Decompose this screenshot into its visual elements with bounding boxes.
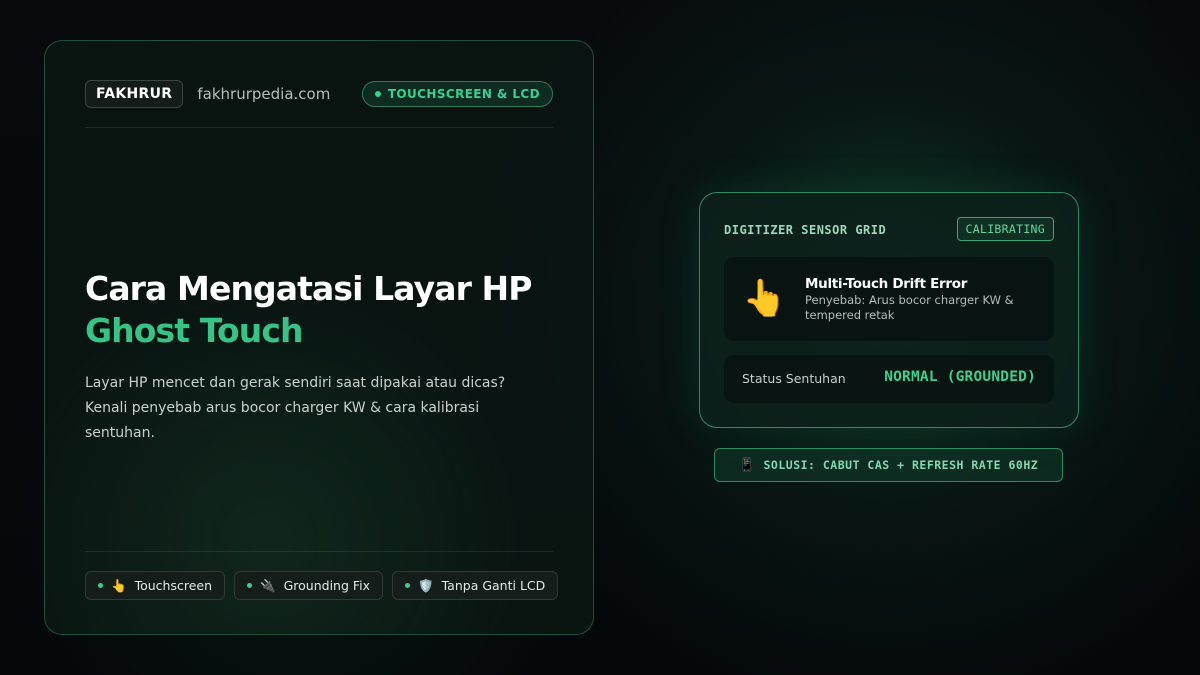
tag-label: Grounding Fix [283, 578, 371, 593]
brand-logo[interactable]: FAKHRUR [85, 80, 184, 108]
error-card: 👆 Multi-Touch Drift Error Penyebab: Arus… [724, 257, 1054, 341]
solution-banner: 📱 SOLUSI: CABUT CAS + REFRESH RATE 60HZ [714, 448, 1063, 482]
status-row: Status Sentuhan NORMAL (GROUNDED) [724, 355, 1054, 403]
tag-label: Tanpa Ganti LCD [441, 578, 546, 593]
error-cause: Penyebab: Arus bocor charger KW & temper… [805, 293, 1014, 322]
tag-list: 👆 Touchscreen 🔌 Grounding Fix 🛡️ Tanpa G… [85, 571, 559, 600]
topic-badge: TOUCHSCREEN & LCD [361, 81, 553, 107]
description: Layar HP mencet dan gerak sendiri saat d… [85, 375, 506, 441]
tag-touchscreen[interactable]: 👆 Touchscreen [85, 571, 226, 600]
sensor-panel: DIGITIZER SENSOR GRID CALIBRATING 👆 Mult… [699, 192, 1079, 428]
divider-bottom [85, 551, 553, 552]
tag-dot-icon [98, 583, 103, 588]
status-value: NORMAL (GROUNDED) [884, 369, 1036, 385]
divider-top [85, 127, 553, 128]
solution-text: SOLUSI: CABUT CAS + REFRESH RATE 60HZ [763, 458, 1039, 472]
shield-icon: 🛡️ [418, 577, 434, 593]
error-title: Multi-Touch Drift Error [805, 276, 968, 292]
status-label: Status Sentuhan [742, 371, 846, 386]
pointing-hand-icon: 👆 [742, 278, 787, 319]
page-title-highlight: Ghost Touch [85, 311, 304, 350]
tag-tanpa-ganti-lcd[interactable]: 🛡️ Tanpa Ganti LCD [392, 571, 559, 600]
panel-title: DIGITIZER SENSOR GRID [724, 223, 887, 237]
pointing-hand-icon: 👆 [111, 577, 127, 593]
status-dot-icon [374, 91, 381, 97]
tag-label: Touchscreen [134, 578, 213, 593]
page-title: Cara Mengatasi Layar HP [85, 269, 532, 308]
tag-dot-icon [405, 583, 411, 588]
article-card: FAKHRUR fakhrurpedia.com TOUCHSCREEN & L… [44, 40, 594, 635]
topic-badge-label: TOUCHSCREEN & LCD [387, 87, 540, 101]
plug-icon: 🔌 [260, 577, 276, 593]
tag-dot-icon [247, 583, 253, 588]
site-link[interactable]: fakhrurpedia.com [197, 85, 330, 103]
calibrating-badge: CALIBRATING [956, 217, 1054, 241]
brand-row: FAKHRUR fakhrurpedia.com TOUCHSCREEN & L… [85, 79, 553, 109]
tag-grounding-fix[interactable]: 🔌 Grounding Fix [234, 571, 384, 600]
phone-icon: 📱 [738, 457, 756, 473]
